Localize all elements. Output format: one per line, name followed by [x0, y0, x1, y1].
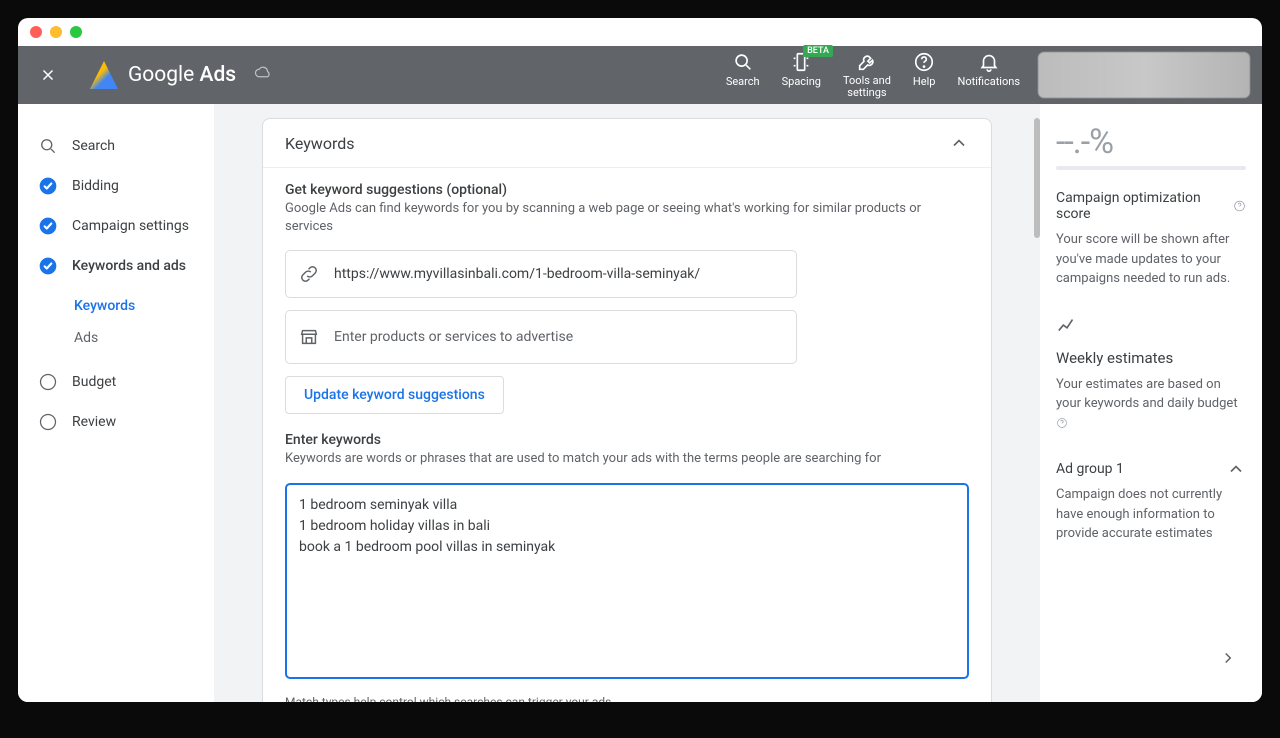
topnav-help[interactable]: Help	[913, 51, 936, 88]
google-ads-logo-icon	[90, 61, 118, 89]
topnav-tools-settings[interactable]: Tools and settings	[843, 51, 891, 99]
check-circle-icon	[38, 176, 58, 196]
right-insights-pane: --.-% Campaign optimization score Your s…	[1040, 104, 1262, 702]
keywords-card: Keywords Get keyword suggestions (option…	[262, 118, 992, 702]
window-minimize-traffic[interactable]	[50, 26, 62, 38]
step-campaign-settings[interactable]: Campaign settings	[30, 206, 206, 246]
chevron-up-icon[interactable]	[949, 133, 969, 153]
help-outline-icon[interactable]	[1233, 199, 1246, 213]
optimization-score-body: Your score will be shown after you've ma…	[1056, 230, 1246, 289]
window-titlebar	[18, 18, 1262, 46]
topnav-search-label: Search	[726, 75, 760, 88]
account-switcher-redacted[interactable]	[1038, 52, 1250, 98]
enter-kw-subheading: Keywords are words or phrases that are u…	[285, 450, 969, 468]
card-title: Keywords	[285, 134, 355, 153]
topnav-spacing-label: Spacing	[782, 75, 821, 88]
topnav-notifications[interactable]: Notifications	[957, 51, 1020, 88]
step-keywords-ads[interactable]: Keywords and ads	[30, 246, 206, 286]
ad-group-1-row[interactable]: Ad group 1	[1056, 459, 1246, 479]
suggest-heading: Get keyword suggestions (optional)	[285, 182, 969, 198]
bell-icon	[978, 51, 1000, 73]
brand-logo-wrap[interactable]: Google Ads	[90, 61, 272, 89]
close-icon	[39, 66, 57, 84]
keywords-textarea[interactable]	[285, 483, 969, 679]
pending-circle-icon	[38, 412, 58, 432]
chevron-up-icon	[1226, 459, 1246, 479]
optimization-score-value: --.-%	[1056, 122, 1246, 162]
link-icon	[298, 263, 320, 285]
check-circle-icon	[38, 216, 58, 236]
substep-ads[interactable]: Ads	[74, 322, 206, 354]
substep-keywords[interactable]: Keywords	[74, 290, 206, 322]
topnav-search[interactable]: Search	[726, 51, 760, 88]
cloud-icon	[254, 64, 272, 86]
update-suggestions-button[interactable]: Update keyword suggestions	[285, 376, 504, 414]
close-button[interactable]	[30, 57, 66, 93]
url-input[interactable]	[334, 266, 784, 282]
url-field-wrap[interactable]	[285, 250, 797, 298]
products-input[interactable]	[334, 329, 784, 345]
left-stepper-sidebar: Search Bidding Campaign settings Keyword…	[18, 104, 214, 702]
beta-badge: BETA	[803, 45, 833, 57]
next-arrow-button[interactable]	[1214, 644, 1242, 672]
enter-kw-heading: Enter keywords	[285, 432, 969, 448]
optimization-score-title: Campaign optimization score	[1056, 190, 1246, 222]
weekly-estimates-body: Your estimates are based on your keyword…	[1056, 375, 1246, 434]
storefront-icon	[298, 326, 320, 348]
topnav-help-label: Help	[913, 75, 936, 88]
help-outline-icon[interactable]	[1056, 417, 1068, 429]
search-step-icon	[38, 136, 58, 156]
search-icon	[732, 51, 754, 73]
match-types-note: Match types help control which searches …	[285, 693, 969, 702]
score-progress-bar	[1056, 166, 1246, 170]
topnav-tools-label: Tools and settings	[843, 75, 891, 99]
step-search[interactable]: Search	[30, 126, 206, 166]
wrench-icon	[856, 51, 878, 73]
products-field-wrap[interactable]	[285, 310, 797, 364]
step-bidding[interactable]: Bidding	[30, 166, 206, 206]
main-content-pane: Keywords Get keyword suggestions (option…	[214, 104, 1040, 702]
pending-circle-icon	[38, 372, 58, 392]
suggest-subheading: Google Ads can find keywords for you by …	[285, 200, 969, 236]
ad-group-1-body: Campaign does not currently have enough …	[1056, 485, 1246, 544]
help-icon	[913, 51, 935, 73]
step-review[interactable]: Review	[30, 402, 206, 442]
app-top-bar: Google Ads Search BETA Spacing Tools and…	[18, 46, 1262, 104]
weekly-estimates-title: Weekly estimates	[1056, 349, 1246, 367]
topnav-spacing[interactable]: BETA Spacing	[782, 51, 821, 88]
brand-text: Google Ads	[128, 63, 236, 87]
topnav-notifications-label: Notifications	[957, 75, 1020, 88]
check-circle-icon	[38, 256, 58, 276]
window-close-traffic[interactable]	[30, 26, 42, 38]
trend-icon	[1056, 315, 1246, 349]
chevron-right-icon	[1219, 649, 1237, 667]
window-maximize-traffic[interactable]	[70, 26, 82, 38]
step-budget[interactable]: Budget	[30, 362, 206, 402]
